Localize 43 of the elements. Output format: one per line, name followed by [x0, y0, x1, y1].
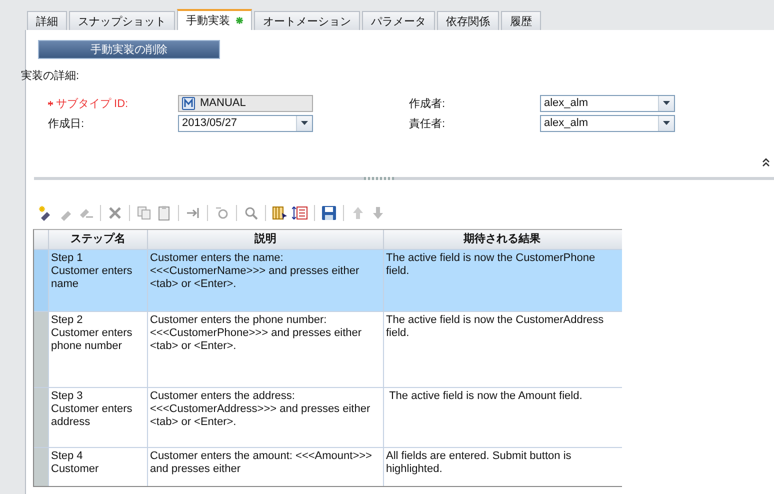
row-height-icon[interactable] [292, 205, 308, 221]
table-cell: Customer enters the amount: <<<Amount>>> and presses either [147, 448, 383, 486]
table-row[interactable]: Step 1 Customer enters name Customer enters the name: <<<CustomerName>>> and presses either <tab> or <Enter>. The active field is now the CustomerPhone field. [34, 249, 622, 311]
parameters-icon[interactable] [214, 205, 230, 221]
tab[interactable]: 依存関係 [437, 11, 499, 30]
table-cell: All fields are entered. Submit button is highlighted. [383, 448, 620, 486]
down-arrow-icon[interactable] [370, 205, 386, 221]
columns-icon[interactable] [272, 205, 288, 221]
table-row[interactable]: Step 2 Customer enters phone number Customer enters the phone number: <<<CustomerPhone>>> and presses either <tab> or <Enter>. The active field is now the CustomerAddress field. [34, 311, 622, 387]
dropdown-field[interactable]: alex_alm [540, 94, 675, 112]
tab[interactable]: 履歴 [501, 11, 541, 30]
tab[interactable]: パラメータ [362, 11, 435, 30]
tab[interactable]: オートメーション [254, 11, 360, 30]
table-cell: Step 4 Customer [48, 448, 147, 486]
paste-icon[interactable] [156, 205, 172, 221]
tab[interactable]: 詳細 [27, 11, 67, 30]
up-arrow-icon[interactable] [350, 205, 366, 221]
manual-icon [182, 96, 195, 110]
dropdown-field[interactable]: 2013/05/27 [178, 114, 313, 132]
field-value: MANUAL [200, 97, 246, 109]
field-value: alex_alm [543, 117, 590, 129]
tab[interactable]: スナップショット [69, 11, 175, 30]
field-value: alex_alm [543, 97, 590, 109]
modified-star-icon [236, 17, 243, 24]
table-row[interactable]: Step 4 Customer Customer enters the amount: <<<Amount>>> and presses either All fields are entered. Submit button is highlighted. [34, 447, 622, 486]
required-asterisk-icon [48, 100, 53, 106]
copy-icon[interactable] [136, 205, 152, 221]
field-label: 作成日: [48, 116, 86, 132]
call-test-icon[interactable] [185, 205, 201, 221]
table-row[interactable]: Step 3 Customer enters address Customer enters the address: <<<CustomerAddress>>> and presses either <tab> or <Enter>. The active field is now the Amount field. [34, 387, 622, 447]
delete-manual-button[interactable]: 手動実装の削除 [38, 40, 220, 59]
collapse-chevron-icon[interactable] [762, 158, 770, 167]
field-label: 責任者: [409, 116, 446, 132]
save-icon[interactable] [321, 205, 337, 221]
splitter-bar[interactable] [34, 177, 774, 180]
tab[interactable]: 手動実装 [177, 9, 252, 30]
dropdown-field[interactable]: alex_alm [540, 114, 675, 132]
section-title: 実装の詳細: [21, 68, 80, 82]
delete-icon[interactable] [107, 205, 123, 221]
field-label: 作成者: [409, 96, 446, 112]
field-value: 2013/05/27 [181, 117, 238, 129]
search-icon[interactable] [243, 205, 259, 221]
field-label: サブタイプ ID: [48, 94, 178, 112]
